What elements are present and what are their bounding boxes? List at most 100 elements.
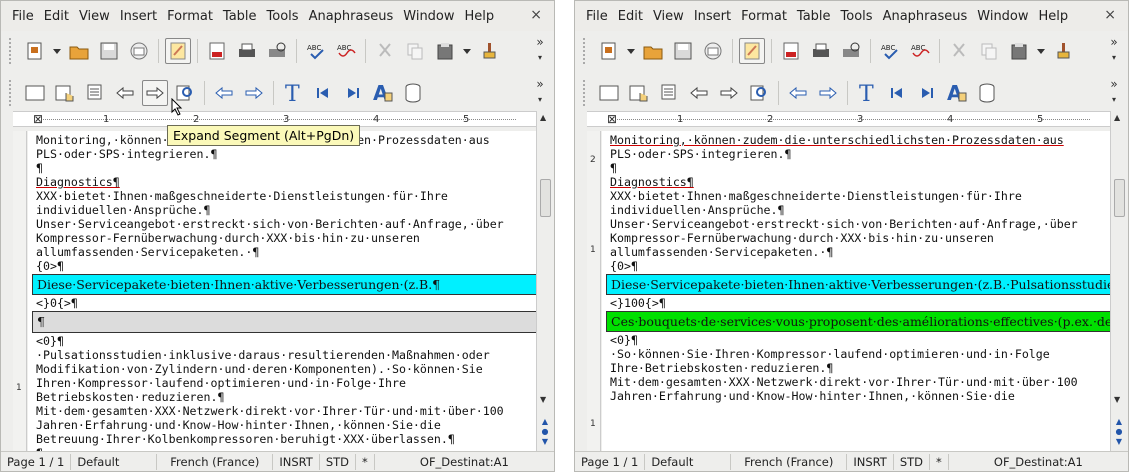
close-icon[interactable]: × [530,7,542,23]
setup-icon[interactable] [22,80,48,106]
menu-anaphraseus[interactable]: Anaphraseus [878,9,973,24]
text-tool-icon[interactable]: T [854,80,880,106]
scroll-down-icon[interactable]: ▼ [1114,395,1120,404]
menu-file[interactable]: File [7,9,39,24]
close-icon[interactable]: × [1104,7,1116,23]
menu-tools[interactable]: Tools [262,9,304,24]
menu-table[interactable]: Table [792,9,836,24]
concordance-icon[interactable]: A [944,80,970,106]
print-icon[interactable] [808,38,834,64]
chevron-down-icon[interactable] [626,38,636,64]
toolbar-overflow-icon[interactable]: » ▾ [532,35,548,67]
format-paintbrush-icon[interactable] [1050,38,1076,64]
scrollbar-thumb[interactable] [540,179,551,217]
format-paintbrush-icon[interactable] [476,38,502,64]
toolbar-grip[interactable] [9,80,12,106]
document-page[interactable]: Monitoring,·können·zudem·die·unterschied… [28,131,536,453]
target-segment[interactable]: ¶ [32,311,536,333]
database-icon[interactable] [400,80,426,106]
expand-segment-icon[interactable] [716,80,742,106]
menu-table[interactable]: Table [218,9,262,24]
translate-segment-icon[interactable] [626,80,652,106]
menu-window[interactable]: Window [398,9,459,24]
status-insert-mode[interactable]: INSRT [847,453,894,470]
email-icon[interactable] [126,38,152,64]
menu-window[interactable]: Window [972,9,1033,24]
toolbar-overflow-icon[interactable]: » ▾ [1106,77,1122,109]
paste-icon[interactable] [1006,38,1032,64]
status-style[interactable]: Default [645,453,732,470]
expand-segment-icon[interactable] [142,80,168,106]
toolbar-overflow-icon[interactable]: » ▾ [1106,35,1122,67]
vertical-scrollbar[interactable]: ▲ ▼ [536,111,554,453]
status-language[interactable]: French (France) [157,453,274,470]
edit-mode-icon[interactable] [165,38,191,64]
chevron-down-icon[interactable] [1036,38,1046,64]
menu-format[interactable]: Format [736,9,792,24]
scrollbar-thumb[interactable] [1114,179,1125,217]
save-icon[interactable] [670,38,696,64]
toolbar-grip[interactable] [9,38,12,64]
menu-edit[interactable]: Edit [39,9,74,24]
last-segment-icon[interactable] [340,80,366,106]
menu-insert[interactable]: Insert [115,9,162,24]
tab-stop-icon[interactable]: ⊠ [33,112,43,126]
export-pdf-icon[interactable] [778,38,804,64]
setup-icon[interactable] [596,80,622,106]
menu-view[interactable]: View [648,9,689,24]
scroll-down-icon[interactable]: ▼ [540,395,546,404]
spellcheck-icon[interactable]: ABC [303,38,329,64]
navigator-icon[interactable]: ● [1112,427,1126,437]
email-icon[interactable] [700,38,726,64]
scroll-up-icon[interactable]: ▲ [540,113,546,122]
paste-icon[interactable] [432,38,458,64]
copy-icon[interactable] [402,38,428,64]
document-text[interactable]: Monitoring,·können·zudem·die·unterschied… [32,133,536,453]
export-pdf-icon[interactable] [204,38,230,64]
vertical-scrollbar[interactable]: ▲ ▼ [1110,111,1128,453]
next-icon[interactable] [241,80,267,106]
prev-page-icon[interactable]: ▲ [538,417,552,427]
next-page-icon[interactable]: ▼ [1112,437,1126,447]
autospellcheck-icon[interactable]: ABC [333,38,359,64]
document-icon[interactable] [596,38,622,64]
database-icon[interactable] [974,80,1000,106]
chevron-down-icon[interactable] [52,38,62,64]
first-segment-icon[interactable] [884,80,910,106]
print-preview-icon[interactable] [838,38,864,64]
autospellcheck-icon[interactable]: ABC [907,38,933,64]
menu-tools[interactable]: Tools [836,9,878,24]
glossary-icon[interactable] [82,80,108,106]
document-icon[interactable] [22,38,48,64]
horizontal-ruler[interactable]: ⊠ 1 2 3 4 5 [587,111,1110,127]
status-selection-mode[interactable]: STD [320,453,356,470]
concordance-icon[interactable]: A [370,80,396,106]
next-icon[interactable] [815,80,841,106]
menu-anaphraseus[interactable]: Anaphraseus [304,9,399,24]
print-icon[interactable] [234,38,260,64]
document-page[interactable]: Monitoring,·können·zudem·die·unterschied… [602,131,1110,453]
menu-format[interactable]: Format [162,9,218,24]
menu-help[interactable]: Help [1034,9,1074,24]
menu-help[interactable]: Help [460,9,500,24]
document-text[interactable]: Monitoring,·können·zudem·die·unterschied… [606,133,1110,403]
toolbar-overflow-icon[interactable]: » ▾ [532,77,548,109]
source-segment[interactable]: Diese·Servicepakete·bieten·Ihnen·aktive·… [606,274,1110,295]
status-style[interactable]: Default [71,453,158,470]
close-segment-icon[interactable] [112,80,138,106]
menu-edit[interactable]: Edit [613,9,648,24]
cut-icon[interactable] [372,38,398,64]
close-segment-icon[interactable] [686,80,712,106]
copy-icon[interactable] [976,38,1002,64]
edit-mode-icon[interactable] [739,38,765,64]
chevron-down-icon[interactable] [462,38,472,64]
menu-insert[interactable]: Insert [689,9,736,24]
prev-icon[interactable] [785,80,811,106]
last-segment-icon[interactable] [914,80,940,106]
navigator-icon[interactable]: ● [538,427,552,437]
scroll-up-icon[interactable]: ▲ [1114,113,1120,122]
translate-segment-icon[interactable] [52,80,78,106]
open-folder-icon[interactable] [640,38,666,64]
target-segment[interactable]: Ces·bouquets·de·services·vous·proposent·… [606,311,1110,332]
tab-stop-icon[interactable]: ⊠ [607,112,617,126]
